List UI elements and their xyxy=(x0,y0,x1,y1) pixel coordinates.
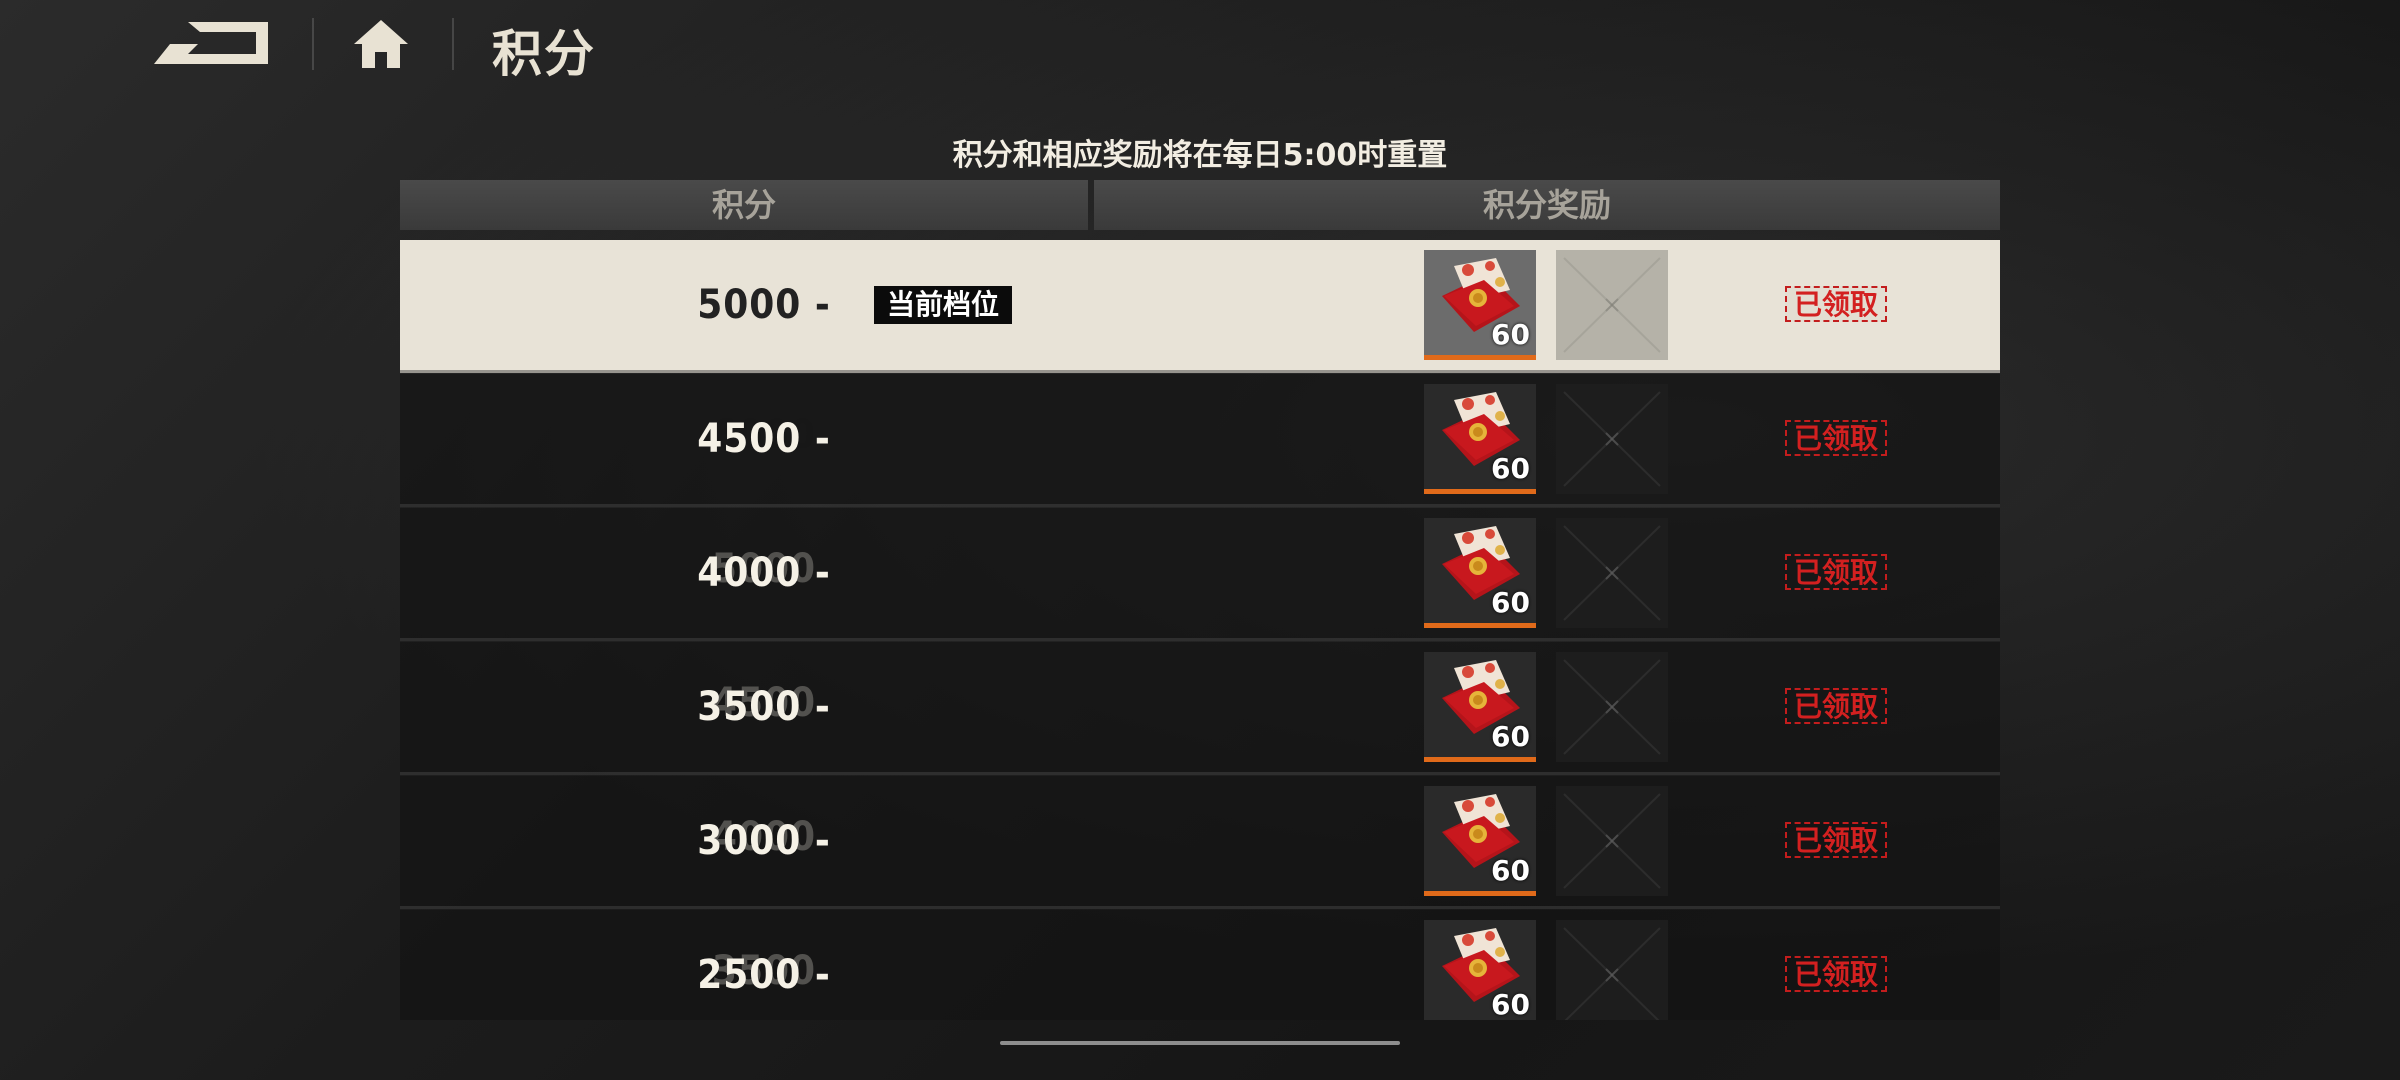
claimed-stamp: 已领取 xyxy=(1785,688,1887,724)
points-range: 4000 - 4500 xyxy=(697,550,831,726)
reward-item[interactable]: 60 xyxy=(1424,518,1536,628)
home-icon xyxy=(354,20,408,68)
claimed-stamp: 已领取 xyxy=(1785,822,1887,858)
reward-item[interactable]: 60 xyxy=(1424,384,1536,494)
empty-reward-slot xyxy=(1556,250,1668,360)
scroll-indicator xyxy=(1000,1041,1400,1045)
empty-slot-x-icon xyxy=(1563,793,1661,889)
column-header-points: 积分 xyxy=(400,180,1088,230)
reset-notice: 积分和相应奖励将在每日5:00时重置 xyxy=(952,138,1448,173)
points-range: 2500 - 3000 xyxy=(697,952,831,998)
empty-reward-slot xyxy=(1556,920,1668,1020)
reward-quantity: 60 xyxy=(1491,720,1530,753)
claimed-stamp: 已领取 xyxy=(1785,554,1887,590)
table-row: 3500 - 4000 60 已领取 xyxy=(400,642,2000,860)
table-row: 2500 - 3000 60 已领取 xyxy=(400,910,2000,1020)
page-title: 积分 xyxy=(492,25,596,83)
points-range: 3500 - 4000 xyxy=(697,684,831,860)
points-range: 5000 - 6000 xyxy=(697,282,831,458)
reward-quantity: 60 xyxy=(1491,854,1530,887)
column-header-rewards: 积分奖励 xyxy=(1094,180,2000,230)
table-header: 积分 积分奖励 xyxy=(400,180,2000,230)
points-table: 积分 积分奖励 5000 - 6000当前档位 60 已领取4500 - 500… xyxy=(400,180,2000,1020)
points-range: 3000 - 3500 xyxy=(697,818,831,994)
table-row: 4500 - 5000 60 已领取 xyxy=(400,374,2000,592)
reward-item[interactable]: 60 xyxy=(1424,920,1536,1020)
claimed-stamp: 已领取 xyxy=(1785,286,1887,322)
back-button[interactable] xyxy=(148,18,274,70)
reward-item[interactable]: 60 xyxy=(1424,652,1536,762)
reward-item[interactable]: 60 xyxy=(1424,250,1536,360)
empty-reward-slot xyxy=(1556,786,1668,896)
table-row: 3000 - 3500 60 已领取 xyxy=(400,776,2000,994)
reward-quantity: 60 xyxy=(1491,452,1530,485)
top-bar: 积分 xyxy=(0,0,2400,90)
empty-slot-x-icon xyxy=(1563,257,1661,353)
divider xyxy=(312,18,314,70)
points-range: 4500 - 5000 xyxy=(697,416,831,592)
table-row: 5000 - 6000 当前档位 60 已领取 xyxy=(400,240,2000,458)
empty-slot-x-icon xyxy=(1563,525,1661,621)
divider xyxy=(452,18,454,70)
empty-reward-slot xyxy=(1556,384,1668,494)
empty-slot-x-icon xyxy=(1563,659,1661,755)
empty-slot-x-icon xyxy=(1563,391,1661,487)
reward-quantity: 60 xyxy=(1491,586,1530,619)
empty-reward-slot xyxy=(1556,518,1668,628)
claimed-stamp: 已领取 xyxy=(1785,956,1887,992)
reward-quantity: 60 xyxy=(1491,318,1530,351)
reward-item[interactable]: 60 xyxy=(1424,786,1536,896)
back-arrow-icon xyxy=(154,22,268,64)
reward-quantity: 60 xyxy=(1491,988,1530,1020)
empty-reward-slot xyxy=(1556,652,1668,762)
claimed-stamp: 已领取 xyxy=(1785,420,1887,456)
empty-slot-x-icon xyxy=(1563,927,1661,1020)
table-row: 4000 - 4500 60 已领取 xyxy=(400,508,2000,726)
home-button[interactable] xyxy=(350,16,412,72)
current-tier-badge: 当前档位 xyxy=(874,286,1012,324)
